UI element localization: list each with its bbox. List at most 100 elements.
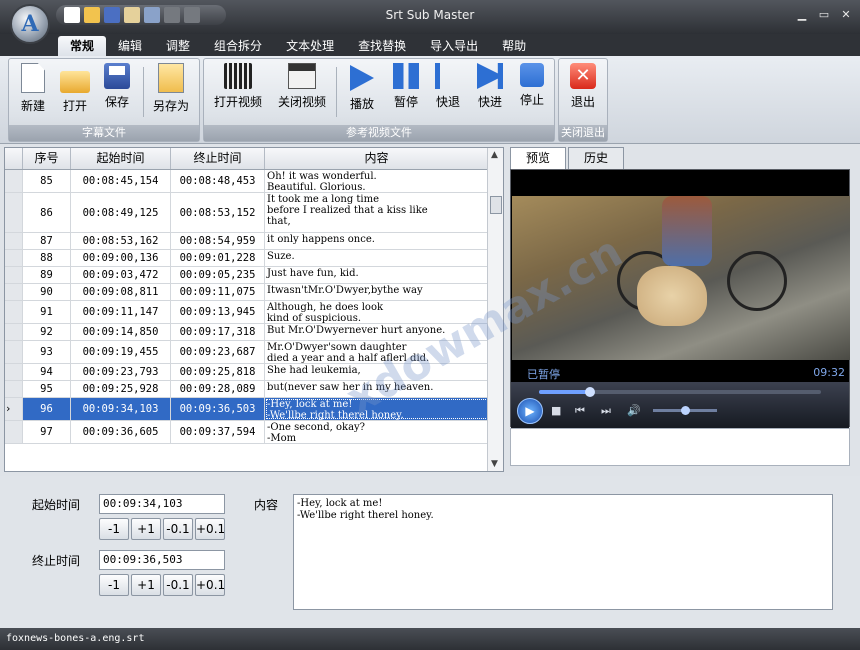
tab-edit[interactable]: 编辑	[106, 36, 154, 56]
tab-general[interactable]: 常规	[58, 36, 107, 56]
table-row[interactable]: 86 00:08:49,125 00:08:53,152 It took me a l…	[5, 193, 503, 233]
table-row[interactable]: 91 00:09:11,147 00:09:13,945 Although, he d…	[5, 301, 503, 324]
row-start-time: 00:08:53,162	[71, 233, 171, 249]
start-plus-1-button[interactable]: +1	[131, 518, 161, 540]
preview-notes-area[interactable]	[510, 428, 850, 466]
table-row[interactable]: › 96 00:09:34,103 00:09:36,503 -Hey, lock at…	[5, 398, 503, 421]
tab-text-processing[interactable]: 文本处理	[274, 36, 346, 56]
grid-scrollbar[interactable]: ▲ ▼	[487, 148, 503, 471]
player-time: 09:32	[813, 366, 845, 379]
content-textarea[interactable]: -Hey, lock at me! -We'llbe right therel …	[293, 494, 833, 610]
tab-merge-split[interactable]: 组合拆分	[202, 36, 274, 56]
row-start-time: 00:08:49,125	[71, 193, 171, 232]
volume-knob[interactable]	[681, 406, 690, 415]
window-title: Srt Sub Master	[385, 8, 475, 22]
close-icon[interactable]: ✕	[838, 8, 854, 22]
table-row[interactable]: 93 00:09:19,455 00:09:23,687 Mr.O'Dwyer'sow…	[5, 341, 503, 364]
column-header-index[interactable]: 序号	[23, 148, 71, 169]
fast-forward-button[interactable]: 快进	[468, 63, 512, 110]
end-time-label: 终止时间	[32, 554, 81, 568]
new-button[interactable]: 新建	[11, 63, 55, 114]
tab-adjust[interactable]: 调整	[154, 36, 202, 56]
volume-slider[interactable]	[653, 406, 717, 415]
row-start-time: 00:09:34,103	[71, 398, 171, 420]
play-icon[interactable]: ▶	[517, 398, 543, 424]
column-header-start[interactable]: 起始时间	[71, 148, 171, 169]
table-row[interactable]: 89 00:09:03,472 00:09:05,235 Just have fun,…	[5, 267, 503, 284]
row-content: but(never saw her in my heaven.	[265, 381, 489, 397]
table-row[interactable]: 97 00:09:36,605 00:09:37,594 -One second, o…	[5, 421, 503, 444]
row-end-time: 00:08:54,959	[171, 233, 265, 249]
row-content: -Hey, lock at me! -We'llbe right therel …	[265, 398, 489, 421]
row-start-time: 00:09:11,147	[71, 301, 171, 323]
open-button[interactable]: 打开	[53, 63, 97, 114]
play-button[interactable]: 播放	[340, 63, 384, 112]
row-end-time: 00:09:37,594	[171, 421, 265, 443]
end-minus-1-button[interactable]: -1	[99, 574, 129, 596]
rewind-button[interactable]: 快退	[426, 63, 470, 110]
table-row[interactable]: 95 00:09:25,928 00:09:28,089 but(never saw …	[5, 381, 503, 398]
row-end-time: 00:08:48,453	[171, 170, 265, 192]
row-index: 91	[23, 301, 71, 323]
row-end-time: 00:08:53,152	[171, 193, 265, 232]
player-status: 已暂停	[527, 368, 560, 381]
volume-icon[interactable]: 🔊	[627, 404, 641, 417]
pause-button[interactable]: 暂停	[384, 63, 428, 110]
row-start-time: 00:09:36,605	[71, 421, 171, 443]
table-row[interactable]: 87 00:08:53,162 00:08:54,959 it only happen…	[5, 233, 503, 250]
preview-tabs: 预览 历史	[510, 147, 626, 169]
stop-button[interactable]: 停止	[510, 63, 554, 108]
tab-import-export[interactable]: 导入导出	[418, 36, 490, 56]
table-row[interactable]: 85 00:08:45,154 00:08:48,453 Oh! it was won…	[5, 170, 503, 193]
column-header-content[interactable]: 内容	[265, 148, 489, 169]
scroll-up-icon[interactable]: ▲	[491, 150, 498, 160]
start-time-input[interactable]: 00:09:34,103	[99, 494, 225, 514]
row-end-time: 00:09:25,818	[171, 364, 265, 380]
row-content: Oh! it was wonderful. Beautiful. Gloriou…	[265, 170, 489, 193]
exit-button[interactable]: ✕ 退出	[561, 63, 605, 110]
open-video-button[interactable]: 打开视频	[210, 63, 266, 110]
start-minus-0.1-button[interactable]: -0.1	[163, 518, 193, 540]
tab-find-replace[interactable]: 查找替换	[346, 36, 418, 56]
save-button[interactable]: 保存	[95, 63, 139, 110]
film-icon	[224, 63, 252, 89]
row-end-time: 00:09:11,075	[171, 284, 265, 300]
grid-body: 85 00:08:45,154 00:08:48,453 Oh! it was won…	[5, 170, 503, 444]
tab-history[interactable]: 历史	[568, 147, 624, 169]
scroll-down-icon[interactable]: ▼	[491, 459, 498, 469]
end-time-input[interactable]: 00:09:36,503	[99, 550, 225, 570]
row-start-time: 00:09:08,811	[71, 284, 171, 300]
app-window: Srt Sub Master ▁ ▭ ✕ A 常规 编辑 调整 组合拆分 文本处…	[0, 0, 860, 650]
tab-preview[interactable]: 预览	[510, 147, 566, 169]
group-label: 参考视频文件	[204, 125, 554, 141]
group-close-exit: ✕ 退出 关闭退出	[558, 58, 608, 142]
close-video-button[interactable]: 关闭视频	[274, 63, 330, 110]
row-start-time: 00:09:00,136	[71, 250, 171, 266]
row-index: 90	[23, 284, 71, 300]
new-document-icon	[21, 63, 45, 93]
table-row[interactable]: 94 00:09:23,793 00:09:25,818 She had leukem…	[5, 364, 503, 381]
tab-help[interactable]: 帮助	[490, 36, 538, 56]
seek-bar[interactable]	[539, 387, 821, 397]
start-minus-1-button[interactable]: -1	[99, 518, 129, 540]
stop-icon[interactable]: ■	[551, 404, 561, 417]
seek-knob[interactable]	[584, 387, 595, 397]
group-label: 关闭退出	[559, 125, 607, 141]
minimize-icon[interactable]: ▁	[794, 8, 810, 22]
end-minus-0.1-button[interactable]: -0.1	[163, 574, 193, 596]
next-icon[interactable]: ⏭	[601, 404, 611, 418]
row-index: 87	[23, 233, 71, 249]
table-row[interactable]: 92 00:09:14,850 00:09:17,318 But Mr.O'Dwyer…	[5, 324, 503, 341]
previous-icon[interactable]: ⏮	[575, 404, 585, 418]
column-header-end[interactable]: 终止时间	[171, 148, 265, 169]
app-menu-orb-icon[interactable]: A	[10, 4, 50, 44]
scroll-thumb[interactable]	[490, 196, 502, 214]
maximize-icon[interactable]: ▭	[816, 8, 832, 22]
table-row[interactable]: 90 00:09:08,811 00:09:11,075 Itwasn'tMr.O'D…	[5, 284, 503, 301]
save-as-button[interactable]: 另存为	[147, 63, 195, 114]
start-plus-0.1-button[interactable]: +0.1	[195, 518, 225, 540]
end-plus-0.1-button[interactable]: +0.1	[195, 574, 225, 596]
end-plus-1-button[interactable]: +1	[131, 574, 161, 596]
folder-icon	[60, 71, 90, 93]
table-row[interactable]: 88 00:09:00,136 00:09:01,228 Suze.	[5, 250, 503, 267]
